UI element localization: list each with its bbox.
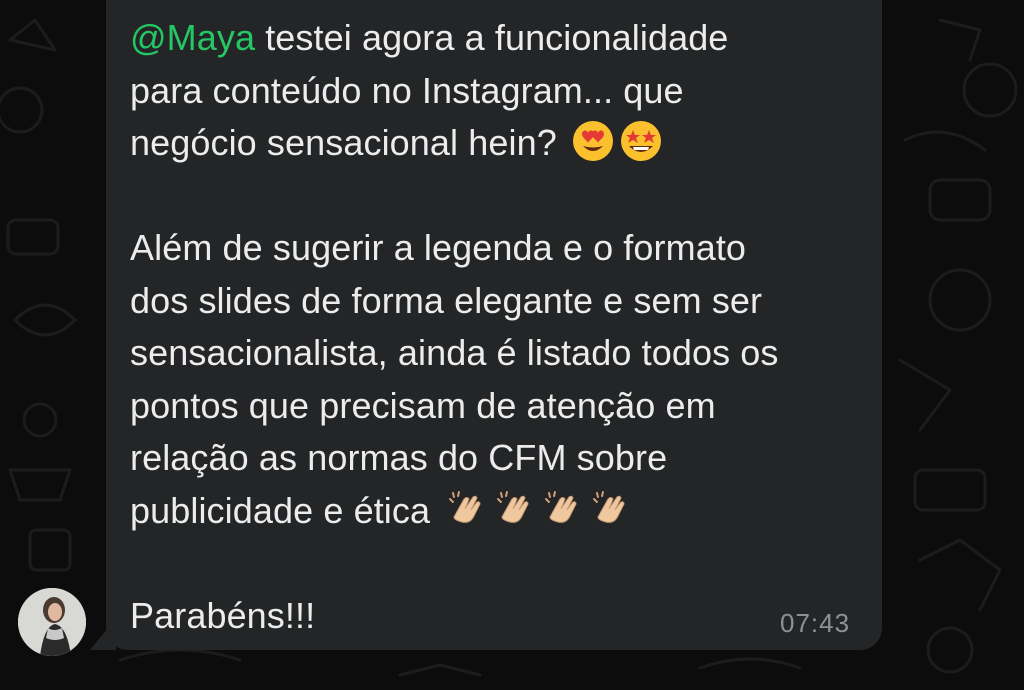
message-line-7: pontos que precisam de atenção em [130,384,716,426]
clapping-hands-emoji-icon [540,487,584,531]
mention-at[interactable]: @ [130,17,167,58]
mention-name[interactable]: Maya [167,17,255,58]
message-line-6: sensacionalista, ainda é listado todos o… [130,332,779,373]
message-line-9: publicidade e ética [130,485,870,538]
message-line-3: negócio sensacional hein? [130,117,870,170]
message-line-9-text: publicidade e ética [130,489,431,531]
message-text: @Maya testei agora a funcionalidade para… [130,12,870,642]
message-line-10: Parabéns!!! [130,594,316,636]
sender-avatar[interactable] [18,588,86,656]
message-line-1-rest: testei agora a funcionalidade [255,17,729,58]
star-struck-emoji-icon [619,119,663,163]
message-line-5: dos slides de forma elegante e sem ser [130,279,763,321]
message-line-3-text: negócio sensacional hein? [130,122,557,163]
clapping-hands-emoji-icon [492,487,536,531]
message-line-1: @Maya testei agora a funcionalidade [130,12,870,65]
clapping-hands-emoji-icon [444,487,488,531]
heart-eyes-emoji-icon [571,119,615,163]
avatar-photo-icon [18,588,86,656]
message-timestamp: 07:43 [780,608,851,638]
message-line-4: Além de sugerir a legenda e o formato [130,227,747,268]
message-line-8: relação as normas do CFM sobre [130,437,668,478]
message-line-2: para conteúdo no Instagram... que [130,69,684,111]
clapping-hands-emoji-icon [588,487,632,531]
